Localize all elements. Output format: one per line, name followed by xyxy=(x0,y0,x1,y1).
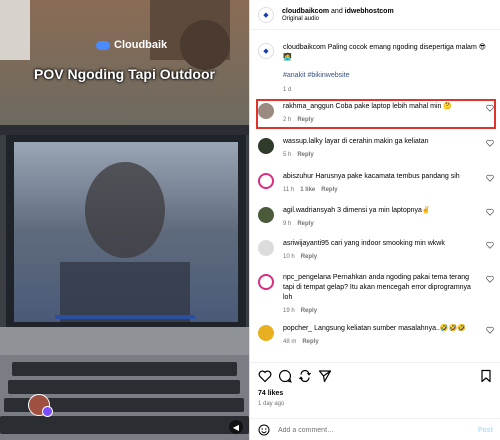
author-line: cloudbaikcom and idwebhostcom xyxy=(282,8,394,15)
heart-icon[interactable] xyxy=(486,241,494,249)
commenter-avatar[interactable] xyxy=(258,138,274,154)
comment-time: 2 h xyxy=(283,117,292,123)
heart-icon[interactable] xyxy=(486,104,494,112)
caption-hashtags[interactable]: #anakit #bikinwebsite xyxy=(283,71,493,81)
brand-name: Cloudbaik xyxy=(114,39,168,51)
add-comment-bar: Post xyxy=(250,418,500,440)
comment-text: Langsung keliatan sumber masalahnya..🤣🤣🤣 xyxy=(314,325,466,332)
heart-icon[interactable] xyxy=(486,139,494,147)
share-icon[interactable] xyxy=(318,369,332,383)
commenter-avatar[interactable] xyxy=(258,207,274,223)
comment-text: layar di cerahin makin ga keliatan xyxy=(324,138,429,145)
reply-button[interactable]: Reply xyxy=(297,152,313,158)
post-button[interactable]: Post xyxy=(478,427,493,434)
reply-button[interactable]: Reply xyxy=(297,221,313,227)
action-icons xyxy=(258,369,493,385)
like-heart-icon[interactable] xyxy=(258,369,272,383)
comment-item: popcher_ Langsung keliatan sumber masala… xyxy=(258,324,496,347)
comment-time: 48 m xyxy=(283,339,297,345)
comment-text: Harusnya pake kacamata tembus pandang si… xyxy=(315,173,460,180)
comment-username[interactable]: abiszuhur xyxy=(283,173,313,180)
comment-item: npc_pengelana Pernahkan anda ngoding pak… xyxy=(258,273,496,316)
comment-time: 19 h xyxy=(283,308,295,314)
tag-badge-icon xyxy=(42,406,53,417)
cloud-icon xyxy=(96,40,110,50)
comment-username[interactable]: npc_pengelana xyxy=(283,274,331,281)
post-header: ◆ cloudbaikcom and idwebhostcom Original… xyxy=(250,0,500,30)
caption-avatar[interactable]: ◆ xyxy=(258,43,274,59)
collab-username[interactable]: idwebhostcom xyxy=(345,8,394,15)
comment-item: abiszuhur Harusnya pake kacamata tembus … xyxy=(258,172,496,195)
commenter-avatar[interactable] xyxy=(258,325,274,341)
comment-username[interactable]: popcher_ xyxy=(283,325,312,332)
caption-text: cloudbaikcom Paling cocok emang ngoding … xyxy=(283,44,487,61)
comment-time: 9 h xyxy=(283,221,292,227)
comment-item: wassup.lalky layar di cerahin makin ga k… xyxy=(258,137,496,160)
mute-icon[interactable]: ◀︎ xyxy=(229,420,243,434)
comment-time: 11 h xyxy=(283,187,295,193)
comment-text: 3 dimensi ya min laptopnya✌️ xyxy=(337,207,431,214)
heart-icon[interactable] xyxy=(486,208,494,216)
likes-count[interactable]: 74 likes xyxy=(258,390,283,397)
commenter-avatar[interactable] xyxy=(258,240,274,256)
comment-item: agil.wadriansyah 3 dimensi ya min laptop… xyxy=(258,206,496,229)
author-avatar[interactable]: ◆ xyxy=(258,6,274,23)
comment-item: rakhma_anggun Coba pake laptop lebih mah… xyxy=(258,102,496,125)
reply-button[interactable]: Reply xyxy=(297,117,313,123)
comment-text: cari yang indoor smooking min wkwk xyxy=(330,240,445,247)
commenter-avatar[interactable] xyxy=(258,103,274,119)
comment-username[interactable]: agil.wadriansyah xyxy=(283,207,335,214)
comment-item: asriwijayanti95 cari yang indoor smookin… xyxy=(258,239,496,262)
comment-likes[interactable]: 1 like xyxy=(300,187,315,193)
comment-username[interactable]: rakhma_anggun xyxy=(283,103,334,110)
brand-logo: Cloudbaik xyxy=(96,39,167,51)
heart-icon[interactable] xyxy=(486,326,494,334)
comment-username[interactable]: asriwijayanti95 xyxy=(283,240,329,247)
comment-username[interactable]: wassup.lalky xyxy=(283,138,323,145)
video-overlay-title: POV Ngoding Tapi Outdoor xyxy=(34,66,215,82)
repost-icon[interactable] xyxy=(298,369,312,383)
reply-button[interactable]: Reply xyxy=(302,339,318,345)
heart-icon[interactable] xyxy=(486,275,494,283)
reply-button[interactable]: Reply xyxy=(301,254,317,260)
commenter-avatar[interactable] xyxy=(258,173,274,189)
comment-input[interactable] xyxy=(278,426,468,434)
author-and: and xyxy=(331,7,343,15)
commenter-avatar[interactable] xyxy=(258,274,274,290)
post-details-panel: ◆ cloudbaikcom and idwebhostcom Original… xyxy=(249,0,500,440)
comment-time: 5 h xyxy=(283,152,292,158)
bookmark-icon[interactable] xyxy=(479,369,493,383)
post-actions: 74 likes 1 day ago Post xyxy=(250,362,500,440)
comments-list[interactable]: ◆ cloudbaikcom Paling cocok emang ngodin… xyxy=(250,31,500,361)
emoji-icon[interactable] xyxy=(258,424,270,436)
audio-label[interactable]: Original audio xyxy=(282,16,394,22)
post-media[interactable]: Cloudbaik POV Ngoding Tapi Outdoor ◀︎ xyxy=(0,0,249,440)
heart-icon[interactable] xyxy=(486,174,494,182)
post-age: 1 day ago xyxy=(258,401,285,407)
caption-time: 1 d xyxy=(283,87,292,93)
comment-text: Coba pake laptop lebih mahal min 🤔 xyxy=(335,103,453,110)
comment-time: 10 h xyxy=(283,254,295,260)
reply-button[interactable]: Reply xyxy=(321,187,337,193)
post-caption: ◆ cloudbaikcom Paling cocok emang ngodin… xyxy=(258,43,493,95)
author-username[interactable]: cloudbaikcom xyxy=(282,8,329,15)
reply-button[interactable]: Reply xyxy=(301,308,317,314)
comment-bubble-icon[interactable] xyxy=(278,369,292,383)
